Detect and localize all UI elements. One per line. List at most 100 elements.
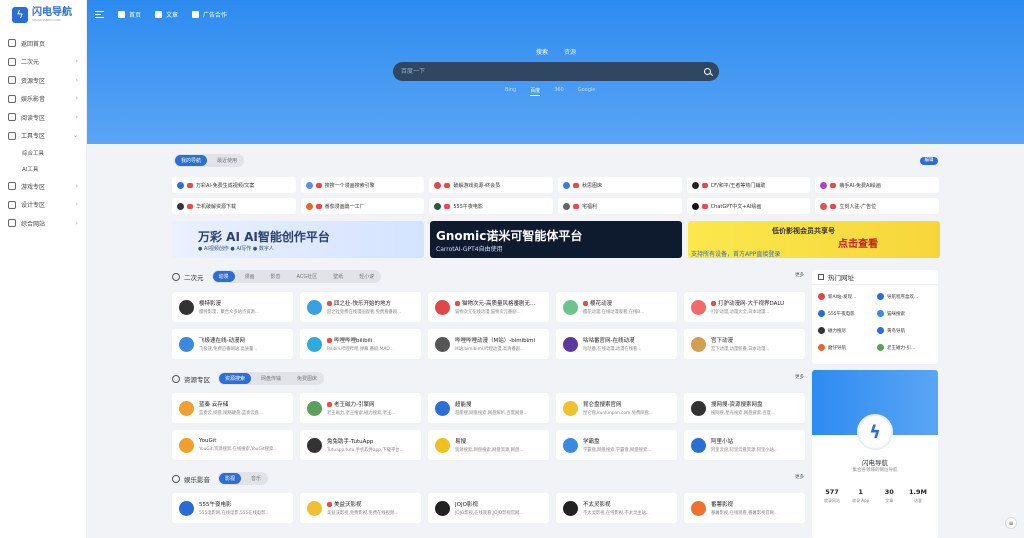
tab-resources[interactable]: 资源 bbox=[564, 47, 576, 56]
more-link[interactable]: 更多 bbox=[795, 272, 804, 278]
section-tab[interactable]: ACG社区 bbox=[291, 271, 324, 282]
section-tab[interactable]: 音乐 bbox=[245, 473, 267, 484]
section-tab[interactable]: 影音 bbox=[265, 271, 287, 282]
site-card[interactable]: 宫下动漫 宫下动漫,动漫新番,日本动漫... bbox=[684, 329, 805, 359]
ad-banner-gnomic[interactable]: Gnomic诺米可智能体平台 CarrotAI-GPT4自由使用 bbox=[430, 221, 682, 258]
fav-item[interactable]: 秋思图床 bbox=[557, 177, 682, 193]
fav-item[interactable]: 番茄漫画篇一工厂 bbox=[300, 198, 425, 214]
more-link[interactable]: 更多 bbox=[795, 374, 804, 380]
sidebar-item-home[interactable]: 返回首页 bbox=[0, 34, 86, 53]
site-card[interactable]: 番薯影视 番薯影视,在线观看,番薯影视官网... bbox=[684, 493, 805, 523]
site-card[interactable]: 樱特影漫 樱特影漫，聚合众多站点资源... bbox=[172, 292, 293, 322]
hot-site-item[interactable]: 老王磁力·引... bbox=[877, 340, 932, 355]
hot-site-item[interactable]: 新AI站-发现... bbox=[818, 289, 873, 304]
sidebar-item-reading[interactable]: 阅读专区 › bbox=[0, 108, 86, 127]
site-card[interactable]: 不太灵影视 不太灵影视,在线影视,不太灵主站... bbox=[556, 493, 677, 523]
sidebar-item-games[interactable]: 游戏专区 › bbox=[0, 177, 86, 196]
site-profile-card: ϟ 闪电导航 集合各领域的网址导航 577 收录网站 1 收录 App 30 文章 1… bbox=[812, 370, 938, 538]
site-card[interactable]: 哔哩哔哩动漫（M站）-bimibimi M站,bimibimi,哔哩动漫,高清番剧… bbox=[428, 329, 549, 359]
hot-site-item[interactable]: 555午夜电影 bbox=[818, 306, 873, 321]
hot-site-item[interactable]: 猫咪搜索 bbox=[877, 306, 932, 321]
search-icon[interactable] bbox=[704, 68, 711, 75]
fav-item[interactable]: 搜搜一个漫画搜索引擎 bbox=[300, 177, 425, 193]
site-card[interactable]: 猫物次元-高质量风格番剧无... 猫物次元在线动漫,猫物次元番剧... bbox=[428, 292, 549, 322]
sidebar-item-tools[interactable]: 工具专区 ⌄ bbox=[0, 127, 86, 146]
site-card[interactable]: 飞极速在线-动漫网 飞极速,免费追番网站,高质量... bbox=[172, 329, 293, 359]
fav-item[interactable]: CF/和平/王者等热门辅助 bbox=[686, 177, 811, 193]
nav-blog[interactable]: 文章 bbox=[155, 10, 178, 19]
hot-site-item[interactable]: 磨仔导航 bbox=[818, 340, 873, 355]
site-card[interactable]: 超能搜 超能搜,网盘搜索,网盘解析,百度网盘... bbox=[428, 393, 549, 423]
sidebar-item-design[interactable]: 设计专区 › bbox=[0, 196, 86, 215]
section-tab[interactable]: 免费图床 bbox=[291, 373, 323, 384]
section-tab[interactable]: 漫画 bbox=[239, 271, 261, 282]
tab-my-nav[interactable]: 我的导航 bbox=[175, 155, 208, 166]
sidebar-item-resources[interactable]: 资源专区 › bbox=[0, 71, 86, 90]
engine-360[interactable]: 360 bbox=[554, 87, 564, 96]
fav-item[interactable]: 萌手AI-免费AI绘画 bbox=[815, 177, 939, 193]
site-card[interactable]: 樱花动漫 樱花动漫,在线动漫观看,在线B... bbox=[556, 292, 677, 322]
section-tab[interactable]: 轻小说 bbox=[353, 271, 380, 282]
site-card[interactable]: 咕咕番官网-在线动漫 咕咕番,在线动漫,动漫在线看... bbox=[556, 329, 677, 359]
site-card[interactable]: 哔哩哔哩bilibili Bilibili,哔哩哔哩,弹幕,番剧,MAD... bbox=[300, 329, 421, 359]
site-card[interactable]: 打驴动漫网-大千视界DALU 打驴动漫,动漫大全,日本动漫... bbox=[684, 292, 805, 322]
site-card[interactable]: 学霸盘 学霸盘,网盘搜索,学霸盘,网盘搜索... bbox=[556, 430, 677, 460]
nav-home[interactable]: 首页 bbox=[118, 10, 141, 19]
site-card[interactable]: 搜网搜-资源搜索网盘 搜网搜,星光搜索,网盘搜索,百度... bbox=[684, 393, 805, 423]
section-tab[interactable]: 资源搜索 bbox=[219, 373, 252, 384]
sidebar-item-general-sites[interactable]: 综合网站 › bbox=[0, 214, 86, 233]
hot-site-item[interactable]: 磁力搜尽 bbox=[818, 323, 873, 338]
more-link[interactable]: 更多 bbox=[795, 474, 804, 480]
site-card[interactable]: 阿里小站 阿里云盘,阿里云盘资源,阿里小站... bbox=[684, 430, 805, 460]
check-now-button[interactable]: 点击查看 bbox=[838, 235, 878, 250]
ad-banner-wancai[interactable]: 万彩 AI AI智能创作平台 ● AI视频创作 ● AI写作 ● 数字人 bbox=[172, 221, 424, 258]
site-name: 555午夜电影 bbox=[199, 500, 270, 508]
engine-baidu[interactable]: 百度 bbox=[530, 87, 541, 96]
hot-site-item[interactable]: 黄鸟导航 bbox=[877, 323, 932, 338]
menu-icon[interactable] bbox=[95, 10, 104, 18]
site-card[interactable]: YouGit YouGit,资源搜索,在线搜索,YouGit搜索... bbox=[172, 430, 293, 460]
sidebar-subitem-general-tools[interactable]: 综合工具 bbox=[0, 145, 86, 161]
site-card[interactable]: 蓝奏·云存储 蓝奏云,网盘,网络硬盘,蓝奏云盘... bbox=[172, 393, 293, 423]
gamepad-icon bbox=[172, 474, 180, 483]
nav-ads[interactable]: 广告合作 bbox=[192, 10, 227, 19]
site-name: 蓝奏·云存储 bbox=[199, 400, 263, 408]
fav-item[interactable]: 万彩AI-免费生成视频/文案 bbox=[172, 177, 296, 193]
site-desc: 不太灵影视,在线影视,不太灵主站... bbox=[583, 511, 650, 516]
site-name: YouGit bbox=[199, 438, 277, 444]
fav-item[interactable]: 宅福利 bbox=[557, 198, 682, 214]
site-card[interactable]: 昆仑盘搜索官网 昆仑盘,kunlunpan.com,免费网盘... bbox=[556, 393, 677, 423]
site-card[interactable]: 兔兔助手-TutuApp Tutuapp,tutu,手机软件app,下载平台... bbox=[300, 430, 421, 460]
sidebar-item-entertainment[interactable]: 娱乐影音 › bbox=[0, 90, 86, 109]
section-tab[interactable]: 网盘传输 bbox=[255, 373, 287, 384]
engine-bing[interactable]: Bing bbox=[505, 87, 516, 96]
site-card[interactable]: 囧之社-快乐开始的地方 囧之社免费在线漫画观看,免费看番剧... bbox=[300, 292, 421, 322]
section-tab[interactable]: 影视 bbox=[219, 473, 242, 484]
tab-search[interactable]: 搜索 bbox=[536, 47, 548, 56]
sidebar-subitem-ai-tools[interactable]: AI工具 bbox=[0, 161, 86, 177]
site-card[interactable]: 555午夜电影 555电影网,在线电影,555在线电影... bbox=[172, 493, 293, 523]
hot-site-item[interactable]: 导航程序盒欢... bbox=[877, 289, 932, 304]
engine-google[interactable]: Google bbox=[578, 87, 596, 96]
edit-button[interactable]: 编辑 bbox=[920, 157, 938, 165]
cloud-icon bbox=[172, 374, 180, 383]
fav-item[interactable]: 立刻入驻-广告位 bbox=[815, 198, 939, 214]
site-card[interactable]: 老王磁力-引擎网 老王磁力,老王搜索,磁力搜索,老王... bbox=[300, 393, 421, 423]
site-desc: 樱特影漫，聚合众多站点资源... bbox=[199, 310, 259, 315]
search-input[interactable] bbox=[401, 68, 704, 75]
site-card[interactable]: 美益沃影视 美益沃影视,免费影视,免费在线视频... bbox=[300, 493, 421, 523]
fav-item[interactable]: 华机破解资源下载 bbox=[172, 198, 296, 214]
sidebar-item-acg[interactable]: 二次元 › bbox=[0, 53, 86, 72]
logo[interactable]: ϟ 闪电导航 SHANDIANDH.COM bbox=[0, 0, 86, 30]
site-card[interactable]: JOJO影视 JOJO影视,在线观看,JOJO影视官网... bbox=[428, 493, 549, 523]
fav-item[interactable]: 555午夜电影 bbox=[429, 198, 553, 214]
tab-recent[interactable]: 最近使用 bbox=[211, 155, 243, 166]
section-tab[interactable]: 壁纸 bbox=[327, 271, 349, 282]
site-card[interactable]: 易搜 资源搜索,网盘搜索,网盘资源,网盘... bbox=[428, 430, 549, 460]
scroll-menu-button[interactable]: ≡ bbox=[1005, 517, 1017, 529]
section-tab[interactable]: 动漫 bbox=[212, 271, 235, 282]
card-text: 学霸盘 学霸盘,网盘搜索,学霸盘,网盘搜索... bbox=[583, 437, 651, 453]
ad-banner-vip[interactable]: 低价影视会员共享号 点击查看 支持所有设备，首方APP直接登录 bbox=[688, 221, 940, 258]
fav-item[interactable]: ChatGPT中文+AI绘画 bbox=[686, 198, 811, 214]
fav-item[interactable]: 破解游戏资源-终会员 bbox=[429, 177, 553, 193]
